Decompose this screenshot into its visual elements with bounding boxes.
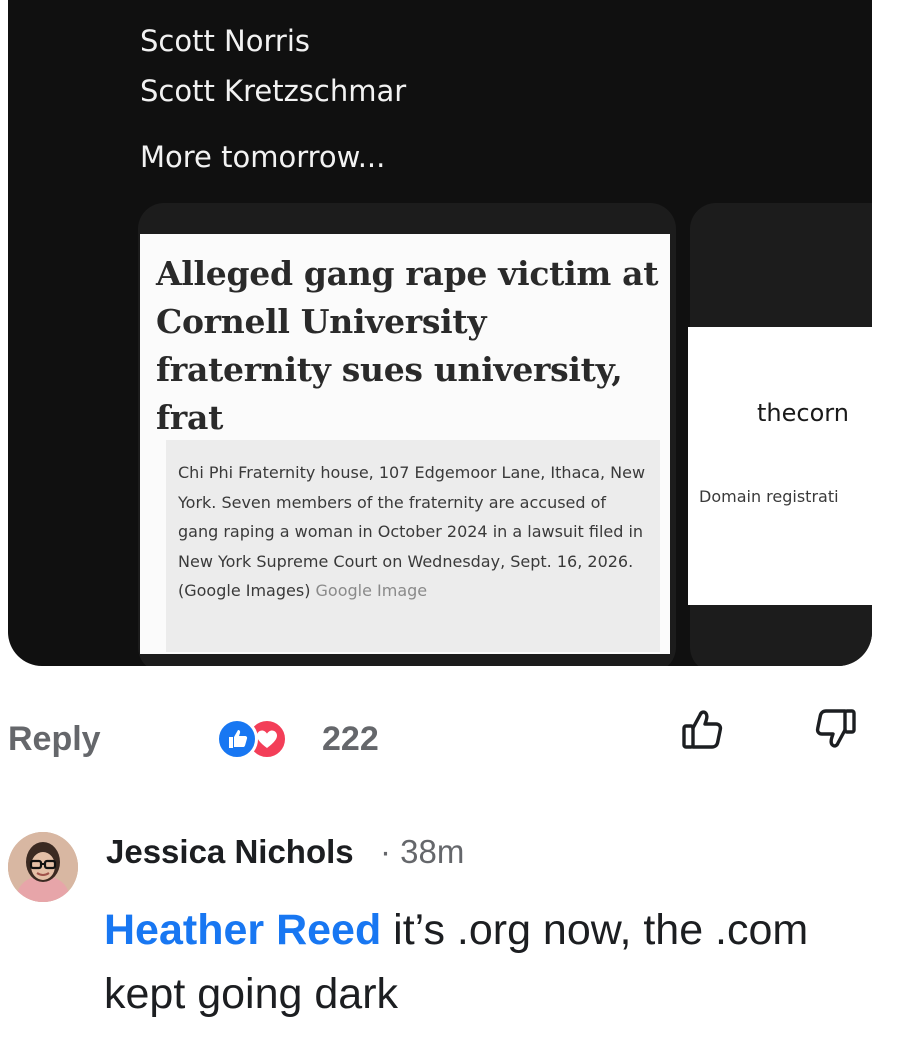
domain-card-image[interactable]: thecorn Domain registrati (688, 327, 872, 605)
upvote-button[interactable] (680, 706, 726, 752)
reaction-count: 222 (322, 720, 379, 758)
avatar[interactable] (8, 832, 78, 902)
domain-card-title: thecorn (757, 399, 849, 427)
thumbs-up-icon (682, 710, 723, 749)
more-tomorrow-text: More tomorrow... (140, 140, 386, 174)
comment-body: Heather Reed it’s .org now, the .com kep… (104, 898, 864, 1026)
article-caption-box: Chi Phi Fraternity house, 107 Edgemoor L… (166, 440, 660, 652)
article-headline: Alleged gang rape victim at Cornell Univ… (156, 254, 659, 437)
comment-timestamp[interactable]: · 38m (380, 833, 464, 871)
caption-text: Chi Phi Fraternity house, 107 Edgemoor L… (178, 463, 646, 600)
mention-link[interactable]: Heather Reed (104, 906, 381, 954)
caption-source: Google Image (315, 581, 428, 600)
downvote-button[interactable] (812, 706, 858, 752)
comment-author-name[interactable]: Jessica Nichols (106, 833, 354, 871)
thumbs-down-icon (815, 709, 856, 748)
post-card: Scott Norris Scott Kretzschmar More tomo… (8, 0, 872, 666)
domain-card-subtitle: Domain registrati (699, 487, 839, 506)
article-image[interactable]: Alleged gang rape victim at Cornell Univ… (140, 234, 670, 654)
tagged-name-2[interactable]: Scott Kretzschmar (140, 74, 406, 108)
reaction-summary[interactable]: 222 (216, 716, 406, 760)
reply-button[interactable]: Reply (8, 720, 101, 759)
tagged-name-1[interactable]: Scott Norris (140, 24, 310, 58)
like-reaction-icon (216, 718, 258, 760)
article-caption: Chi Phi Fraternity house, 107 Edgemoor L… (178, 458, 648, 606)
